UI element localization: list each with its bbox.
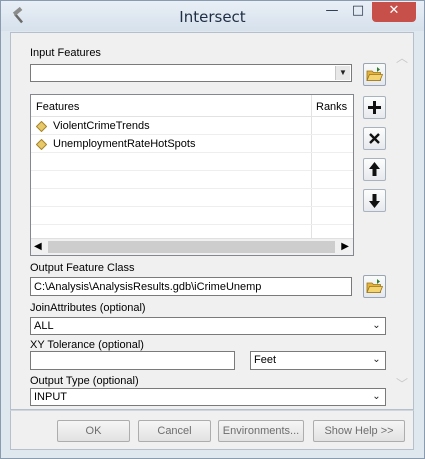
chevron-down-icon[interactable]: ⌄ <box>369 390 384 404</box>
output-browse-button[interactable] <box>363 275 386 298</box>
show-help-button[interactable]: Show Help >> <box>313 420 405 442</box>
title-bar[interactable]: Intersect — □ ✕ <box>1 1 424 31</box>
xy-tolerance-unit-value: Feet <box>254 354 277 366</box>
input-features-table[interactable]: Features Ranks ViolentCrimeTrends Unempl… <box>30 94 354 256</box>
close-button[interactable]: ✕ <box>372 2 416 22</box>
xy-tolerance-input[interactable] <box>30 351 235 370</box>
plus-icon <box>368 101 381 114</box>
table-row[interactable]: ViolentCrimeTrends <box>31 118 353 135</box>
scroll-right-icon[interactable]: ▶ <box>341 241 349 252</box>
arrow-down-icon <box>369 194 380 208</box>
arrow-up-icon <box>369 162 380 176</box>
column-header-ranks[interactable]: Ranks <box>316 101 347 113</box>
input-features-browse-button[interactable] <box>363 63 386 86</box>
join-attributes-value: ALL <box>34 320 54 332</box>
empty-row <box>31 190 353 207</box>
xy-tolerance-label: XY Tolerance (optional) <box>30 339 144 351</box>
cancel-button[interactable]: Cancel <box>138 420 211 442</box>
input-features-combo[interactable]: ▼ <box>30 64 352 82</box>
maximize-button[interactable]: □ <box>345 2 371 22</box>
feature-name: UnemploymentRateHotSpots <box>53 138 196 150</box>
join-attributes-select[interactable]: ALL ⌄ <box>30 317 386 335</box>
scroll-up-icon[interactable]: ︿ <box>396 49 408 66</box>
open-folder-icon <box>366 67 384 81</box>
scroll-left-icon[interactable]: ◀ <box>34 241 42 252</box>
table-header: Features Ranks <box>31 95 353 117</box>
output-feature-class-value: C:\Analysis\AnalysisResults.gdb\iCrimeUn… <box>34 281 262 293</box>
input-features-label: Input Features <box>30 47 101 59</box>
intersect-dialog: Intersect — □ ✕ Input Features ▼ Feature… <box>0 0 425 459</box>
output-feature-class-input[interactable]: C:\Analysis\AnalysisResults.gdb\iCrimeUn… <box>30 277 352 296</box>
environments-button[interactable]: Environments... <box>218 420 304 442</box>
chevron-down-icon[interactable]: ▼ <box>335 66 350 80</box>
chevron-down-icon[interactable]: ⌄ <box>369 319 384 333</box>
open-folder-icon <box>366 279 384 293</box>
minimize-button[interactable]: — <box>319 2 345 22</box>
empty-row <box>31 172 353 189</box>
feature-layer-icon <box>36 121 47 132</box>
move-down-button[interactable] <box>363 189 386 212</box>
empty-row <box>31 208 353 225</box>
move-up-button[interactable] <box>363 158 386 181</box>
remove-row-button[interactable] <box>363 127 386 150</box>
xy-tolerance-unit-select[interactable]: Feet ⌄ <box>250 351 386 370</box>
empty-row <box>31 154 353 171</box>
scroll-thumb[interactable] <box>48 241 335 253</box>
output-type-label: Output Type (optional) <box>30 375 139 387</box>
chevron-down-icon[interactable]: ⌄ <box>369 353 384 367</box>
dialog-button-bar: OK Cancel Environments... Show Help >> <box>10 410 414 450</box>
add-row-button[interactable] <box>363 96 386 119</box>
feature-name: ViolentCrimeTrends <box>53 120 150 132</box>
vertical-scrollbar[interactable]: ︿ ﹀ <box>393 41 411 393</box>
ok-button[interactable]: OK <box>57 420 130 442</box>
feature-layer-icon <box>36 139 47 150</box>
output-type-value: INPUT <box>34 391 67 403</box>
scroll-down-icon[interactable]: ﹀ <box>396 375 408 392</box>
horizontal-scrollbar[interactable]: ◀ ▶ <box>31 238 353 255</box>
join-attributes-label: JoinAttributes (optional) <box>30 302 146 314</box>
output-feature-class-label: Output Feature Class <box>30 262 135 274</box>
delete-icon <box>369 133 380 144</box>
column-header-features[interactable]: Features <box>36 101 79 113</box>
table-row[interactable]: UnemploymentRateHotSpots <box>31 136 353 153</box>
output-type-select[interactable]: INPUT ⌄ <box>30 388 386 406</box>
